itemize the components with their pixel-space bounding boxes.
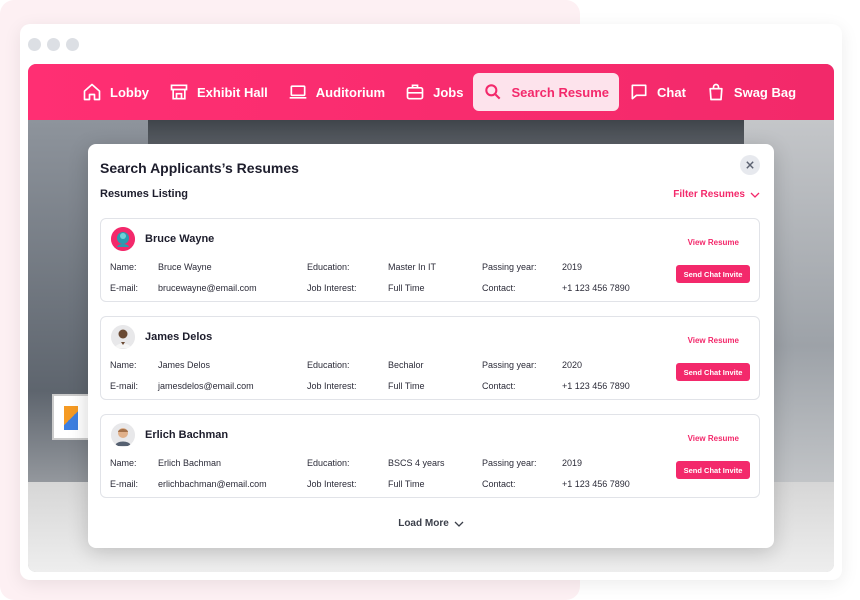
nav-label: Chat bbox=[657, 84, 686, 100]
education-label: Education: bbox=[307, 360, 350, 370]
send-chat-invite-button[interactable]: Send Chat Invite bbox=[676, 461, 750, 479]
name-value: James Delos bbox=[158, 360, 211, 370]
applicant-name: Erlich Bachman bbox=[145, 429, 229, 441]
resume-card: Bruce Wayne Name: Bruce Wayne Education:… bbox=[100, 218, 760, 302]
contact-label: Contact: bbox=[482, 381, 516, 391]
resume-search-modal: Search Applicants’s Resumes Resumes List… bbox=[88, 144, 774, 548]
chat-icon bbox=[631, 84, 647, 100]
job-interest-value: Full Time bbox=[388, 381, 425, 391]
education-value: BSCS 4 years bbox=[388, 458, 445, 468]
contact-value: +1 123 456 7890 bbox=[562, 381, 630, 391]
job-interest-label: Job Interest: bbox=[307, 381, 357, 391]
email-value: brucewayne@email.com bbox=[158, 283, 257, 293]
view-resume-link[interactable]: View Resume bbox=[688, 434, 739, 443]
modal-title: Search Applicants’s Resumes bbox=[100, 160, 299, 176]
chevron-down-icon bbox=[454, 521, 464, 527]
passing-year-label: Passing year: bbox=[482, 262, 537, 272]
education-value: Master In IT bbox=[388, 262, 437, 272]
nav-item-lobby[interactable]: Lobby bbox=[82, 73, 149, 111]
window-controls bbox=[28, 38, 79, 51]
resume-card: Erlich Bachman Name: Erlich Bachman Educ… bbox=[100, 414, 760, 498]
name-value: Erlich Bachman bbox=[158, 458, 222, 468]
education-value: Bechalor bbox=[388, 360, 424, 370]
job-interest-value: Full Time bbox=[388, 479, 425, 489]
load-more-label: Load More bbox=[398, 518, 449, 529]
passing-year-value: 2020 bbox=[562, 360, 583, 370]
window-dot bbox=[47, 38, 60, 51]
name-value: Bruce Wayne bbox=[158, 262, 212, 272]
nav-item-swag-bag[interactable]: Swag Bag bbox=[706, 73, 796, 111]
name-label: Name: bbox=[110, 360, 137, 370]
avatar bbox=[111, 423, 135, 447]
avatar bbox=[111, 325, 135, 349]
top-navigation: Lobby Exhibit Hall Auditorium Jobs Searc… bbox=[28, 64, 834, 120]
close-button[interactable] bbox=[740, 155, 760, 175]
nav-item-jobs[interactable]: Jobs bbox=[405, 73, 463, 111]
load-more-button[interactable]: Load More bbox=[88, 518, 774, 529]
education-label: Education: bbox=[307, 262, 350, 272]
email-value: jamesdelos@email.com bbox=[158, 381, 254, 391]
search-icon bbox=[485, 84, 501, 100]
nav-label: Auditorium bbox=[315, 84, 386, 100]
shopping-bag-icon bbox=[709, 83, 723, 101]
contact-value: +1 123 456 7890 bbox=[562, 479, 630, 489]
nav-item-exhibit-hall[interactable]: Exhibit Hall bbox=[169, 73, 268, 111]
avatar bbox=[111, 227, 135, 251]
send-chat-invite-button[interactable]: Send Chat Invite bbox=[676, 265, 750, 283]
home-icon bbox=[83, 83, 101, 101]
education-label: Education: bbox=[307, 458, 350, 468]
nav-label: Search Resume bbox=[511, 84, 610, 100]
passing-year-label: Passing year: bbox=[482, 360, 537, 370]
nav-item-auditorium[interactable]: Auditorium bbox=[288, 73, 385, 111]
filter-label: Filter Resumes bbox=[673, 189, 745, 200]
resume-card: James Delos Name: James Delos Education:… bbox=[100, 316, 760, 400]
applicant-name: James Delos bbox=[145, 331, 213, 343]
chevron-down-icon bbox=[750, 192, 760, 198]
contact-label: Contact: bbox=[482, 283, 516, 293]
email-label: E-mail: bbox=[110, 283, 139, 293]
nav-item-chat[interactable]: Chat bbox=[629, 73, 686, 111]
name-label: Name: bbox=[110, 458, 137, 468]
filter-resumes-dropdown[interactable]: Filter Resumes bbox=[673, 189, 760, 200]
passing-year-value: 2019 bbox=[562, 262, 583, 272]
nav-label: Lobby bbox=[110, 84, 149, 100]
passing-year-value: 2019 bbox=[562, 458, 583, 468]
briefcase-icon bbox=[406, 84, 424, 100]
listing-title: Resumes Listing bbox=[100, 188, 189, 200]
email-value: erlichbachman@email.com bbox=[158, 479, 267, 489]
name-label: Name: bbox=[110, 262, 137, 272]
job-interest-label: Job Interest: bbox=[307, 283, 357, 293]
job-interest-value: Full Time bbox=[388, 283, 425, 293]
close-icon bbox=[746, 161, 754, 169]
email-label: E-mail: bbox=[110, 479, 139, 489]
contact-label: Contact: bbox=[482, 479, 516, 489]
view-resume-link[interactable]: View Resume bbox=[688, 238, 739, 247]
nav-label: Exhibit Hall bbox=[197, 84, 268, 100]
nav-item-search-resume[interactable]: Search Resume bbox=[473, 73, 620, 111]
laptop-icon bbox=[289, 85, 307, 99]
storefront-icon bbox=[170, 84, 188, 100]
job-interest-label: Job Interest: bbox=[307, 479, 357, 489]
passing-year-label: Passing year: bbox=[482, 458, 537, 468]
view-resume-link[interactable]: View Resume bbox=[688, 336, 739, 345]
applicant-name: Bruce Wayne bbox=[145, 233, 215, 245]
nav-label: Swag Bag bbox=[733, 84, 797, 100]
send-chat-invite-button[interactable]: Send Chat Invite bbox=[676, 363, 750, 381]
email-label: E-mail: bbox=[110, 381, 139, 391]
contact-value: +1 123 456 7890 bbox=[562, 283, 630, 293]
window-dot bbox=[66, 38, 79, 51]
nav-label: Jobs bbox=[433, 84, 464, 100]
window-dot bbox=[28, 38, 41, 51]
